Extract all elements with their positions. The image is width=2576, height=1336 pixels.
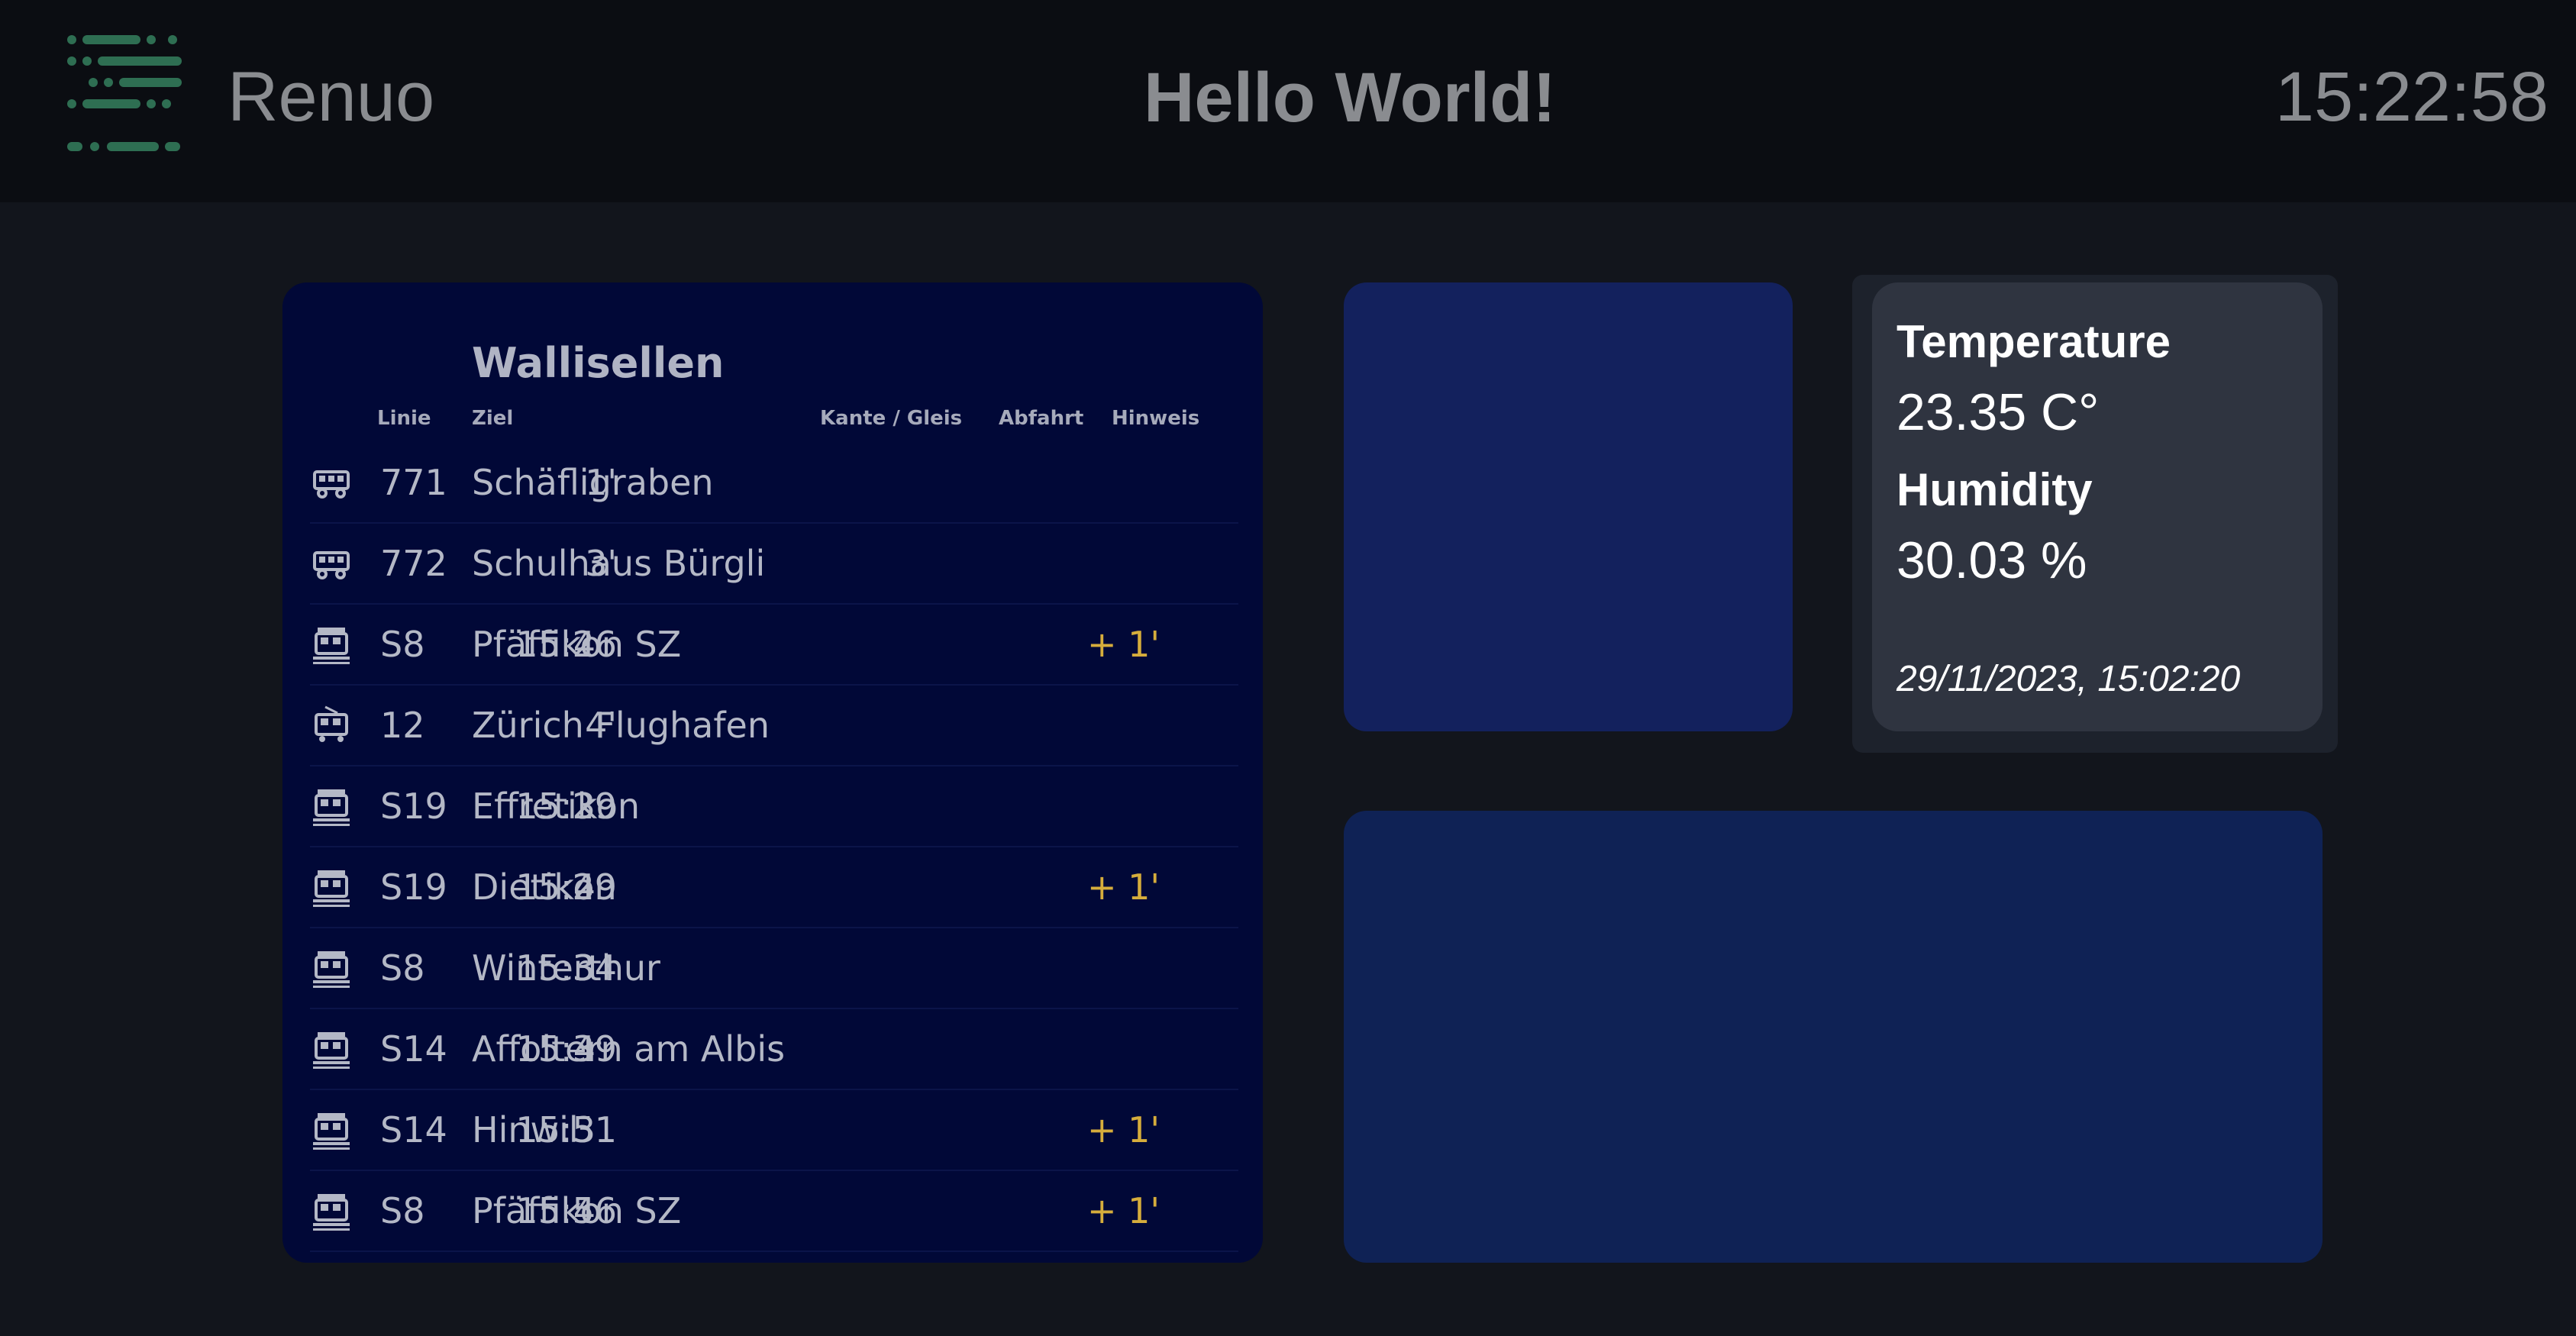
train-icon xyxy=(313,628,350,664)
column-header-platform: Kante / Gleis xyxy=(820,407,963,430)
line-number: 772 xyxy=(380,543,447,584)
departure-time: 15:29 xyxy=(515,786,617,827)
departure-row: 771 Schäfligraben 1' xyxy=(310,443,1238,524)
departure-row: S14 Affoltern am Albis 4 15:39 xyxy=(310,1009,1238,1090)
departure-time: 15:39 xyxy=(515,1028,617,1070)
departure-time: 15:56 xyxy=(515,1190,617,1231)
departure-time: 3' xyxy=(585,543,617,584)
departure-board: Wallisellen Linie Ziel Kante / Gleis Abf… xyxy=(282,282,1263,1263)
tram-icon xyxy=(315,705,348,742)
humidity-label: Humidity xyxy=(1896,464,2093,515)
departure-list: 771 Schäfligraben 1' 772 Schulhaus Bürgli 3' S… xyxy=(310,443,1238,1252)
delay-note: + 1' xyxy=(1087,1109,1160,1150)
train-icon xyxy=(313,1194,350,1231)
column-header-line: Linie xyxy=(377,407,431,430)
departure-time: 15:51 xyxy=(515,1109,617,1150)
line-number: S19 xyxy=(380,866,447,908)
departure-row: S8 Pfäffikon SZ 4 15:26 + 1' xyxy=(310,605,1238,686)
departure-time: 15:29 xyxy=(515,866,617,908)
temperature-value: 23.35 C° xyxy=(1896,383,2100,441)
sensor-timestamp: 29/11/2023, 15:02:20 xyxy=(1896,659,2241,699)
widget-tile xyxy=(1344,282,1793,731)
train-icon xyxy=(313,789,350,826)
departure-row: S14 Hinwil 3 15:51 + 1' xyxy=(310,1090,1238,1171)
delay-note: + 1' xyxy=(1087,624,1160,665)
departure-row: S19 Effretikon 3 15:29 xyxy=(310,766,1238,847)
line-number: 12 xyxy=(380,705,425,746)
page-title: Hello World! xyxy=(1143,59,1557,137)
departure-row: S8 Winterthur 3 15:34 xyxy=(310,928,1238,1009)
departure-time: 4' xyxy=(585,705,617,746)
line-number: S19 xyxy=(380,786,447,827)
departure-time: 15:34 xyxy=(515,947,617,989)
departure-row: S19 Dietikon 4 15:29 + 1' xyxy=(310,847,1238,928)
train-icon xyxy=(313,870,350,907)
departure-row: 12 Zürich Flughafen 4' xyxy=(310,686,1238,766)
line-number: S8 xyxy=(380,1190,425,1231)
bus-icon xyxy=(313,470,350,499)
column-header-departure: Abfahrt xyxy=(999,407,1084,430)
line-number: S8 xyxy=(380,624,425,665)
line-number: 771 xyxy=(380,462,447,503)
departure-time: 1' xyxy=(585,462,617,503)
delay-note: + 1' xyxy=(1087,1190,1160,1231)
line-number: S8 xyxy=(380,947,425,989)
delay-note: + 1' xyxy=(1087,866,1160,908)
train-icon xyxy=(313,951,350,988)
widget-tile-wide xyxy=(1344,811,2323,1263)
line-number: S14 xyxy=(380,1109,447,1150)
column-header-destination: Ziel xyxy=(472,407,514,430)
column-header-note: Hinweis xyxy=(1112,407,1200,430)
train-icon xyxy=(313,1032,350,1069)
train-icon xyxy=(313,1113,350,1150)
bus-icon xyxy=(313,551,350,579)
station-name: Wallisellen xyxy=(472,339,725,387)
departure-row: 772 Schulhaus Bürgli 3' xyxy=(310,524,1238,605)
humidity-value: 30.03 % xyxy=(1896,531,2087,589)
line-number: S14 xyxy=(380,1028,447,1070)
departure-time: 15:26 xyxy=(515,624,617,665)
departure-row: S8 Pfäffikon SZ 4 15:56 + 1' xyxy=(310,1171,1238,1252)
sensor-card: Temperature 23.35 C° Humidity 30.03 % 29… xyxy=(1872,282,2323,731)
temperature-label: Temperature xyxy=(1896,316,2171,367)
top-bar: Renuo Hello World! 15:22:58 xyxy=(0,0,2576,202)
clock: 15:22:58 xyxy=(2274,58,2549,136)
